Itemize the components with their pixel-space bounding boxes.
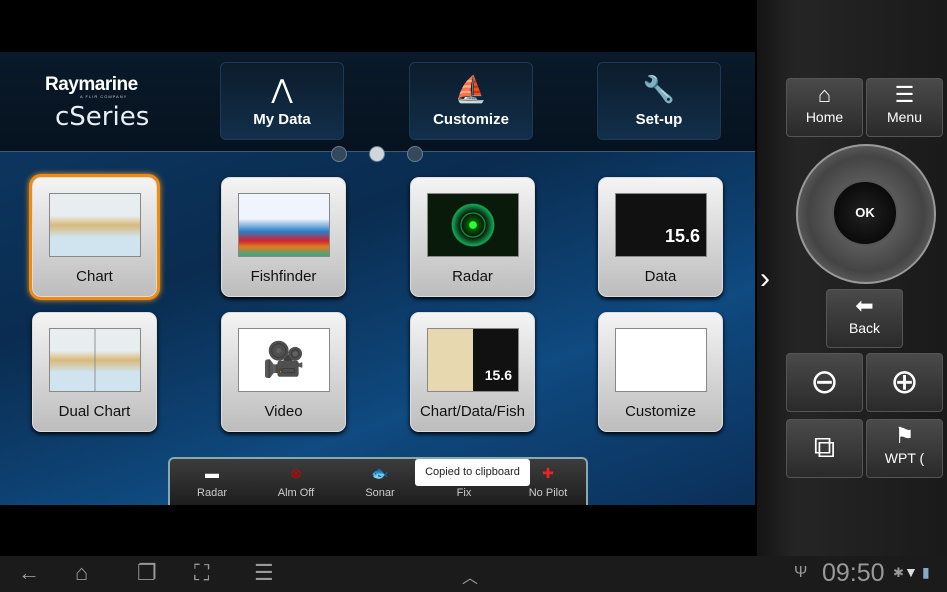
chart-thumbnail [49,193,141,257]
back-arrow-icon: ⬅ [855,293,874,318]
android-nav-bar: ← ⌂ ❐ ⛶ ☰ ︿ Ψ 09:50 ✱ ▼ ▮ [0,556,947,592]
menu-nav-icon[interactable]: ☰ [254,560,274,586]
switch-active-button[interactable]: ⧉ [786,419,863,478]
expand-chevron-icon[interactable]: › [760,262,770,296]
header: Raymarine A FLIR COMPANY cSeries ⋀ My Dat… [0,52,755,152]
fish-icon: 🐟 [371,465,389,481]
tile-fishfinder[interactable]: Fishfinder [221,177,346,297]
status-sonar[interactable]: 🐟 Sonar [338,459,422,505]
tile-chart-data-fish[interactable]: 15.6 Chart/Data/Fish [410,312,535,432]
network-icon: ⋀ [271,74,293,104]
video-camera-icon: 🎥 [238,328,330,392]
back-button[interactable]: ⬅ Back [826,289,903,348]
setup-button[interactable]: 🔧 Set-up [597,62,721,140]
radar-antenna-icon: ▬ [205,465,219,481]
toast: Copied to clipboard [415,459,530,486]
zoom-in-icon: ⊕ [890,363,919,401]
alarm-icon: ⊗ [290,465,302,481]
status-alarm[interactable]: ⊗ Alm Off [254,459,338,505]
customize-header-button[interactable]: ⛵ Customize [409,62,533,140]
wpt-button[interactable]: ⚑ WPT ( [866,419,943,478]
customize-thumbnail [615,328,707,392]
usb-icon: Ψ [794,564,808,581]
back-nav-icon[interactable]: ← [18,560,40,586]
zoom-out-icon: ⊖ [810,363,839,401]
tile-customize[interactable]: Customize [598,312,723,432]
waypoint-flag-icon: ⚑ [894,423,915,448]
expand-up-icon[interactable]: ︿ [462,564,478,588]
ok-button[interactable]: OK [832,180,898,246]
recent-apps-icon[interactable]: ❐ [137,560,157,586]
tile-radar[interactable]: Radar [410,177,535,297]
status-radar[interactable]: ▬ Radar [170,459,254,505]
chart-data-fish-thumbnail: 15.6 [427,328,519,392]
wifi-icon: ▼ [904,564,918,580]
wrench-icon: 🔧 [642,74,676,104]
clock: 09:50 [822,559,885,587]
brand-logo: Raymarine [45,74,138,95]
menu-button[interactable]: ☰ Menu [866,78,943,137]
menu-icon: ☰ [894,82,915,107]
tile-chart[interactable]: Chart [32,177,157,297]
radar-thumbnail [427,193,519,257]
battery-icon: ▮ [922,564,930,580]
brand-tagline: A FLIR COMPANY [80,94,128,99]
tile-dual-chart[interactable]: Dual Chart [32,312,157,432]
dual-chart-thumbnail [49,328,141,392]
data-thumbnail: 15.6 [615,193,707,257]
zoom-out-button[interactable]: ⊖ [786,353,863,412]
tile-video[interactable]: 🎥 Video [221,312,346,432]
page-dot-1[interactable] [331,146,347,162]
rotate-pane-icon: ⧉ [813,431,836,464]
boat-icon: ⛵ [454,74,488,104]
product-name: cSeries [55,102,150,132]
tile-data[interactable]: 15.6 Data [598,177,723,297]
my-data-button[interactable]: ⋀ My Data [220,62,344,140]
home-nav-icon[interactable]: ⌂ [75,560,88,586]
page-dot-2[interactable] [369,146,385,162]
home-icon: ⌂ [817,82,832,107]
page-dot-3[interactable] [407,146,423,162]
main-screen: Raymarine A FLIR COMPANY cSeries ⋀ My Dat… [0,52,755,505]
fishfinder-thumbnail [238,193,330,257]
home-button[interactable]: ⌂ Home [786,78,863,137]
zoom-in-button[interactable]: ⊕ [866,353,943,412]
bluetooth-icon: ✱ [893,565,904,580]
screenshot-icon[interactable]: ⛶ [194,560,209,586]
